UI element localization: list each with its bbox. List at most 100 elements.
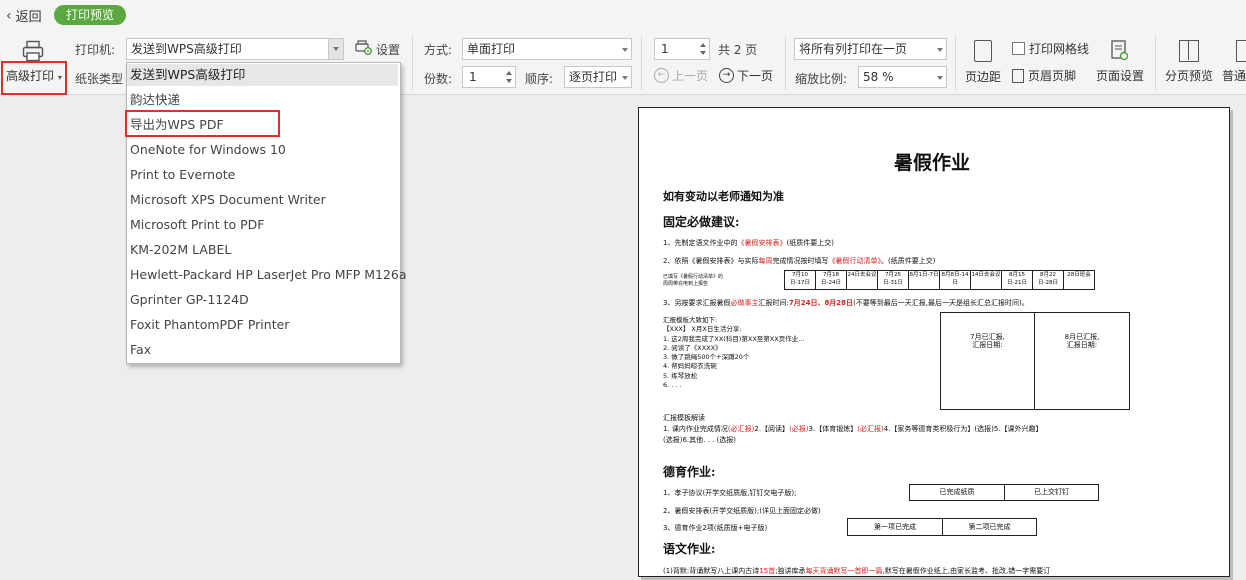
page-break-preview-label: 分页预览 [1164, 69, 1213, 83]
print-gridlines-checkbox[interactable]: 打印网格线 [1012, 40, 1089, 57]
printer-option[interactable]: Foxit PhantomPDF Printer [130, 314, 289, 336]
paper-type-label: 纸张类型 [75, 72, 124, 86]
printer-settings-button[interactable]: 设置 [376, 41, 400, 58]
table1-cell: 28日班会 [1063, 270, 1095, 290]
table1-cell: 7月10日-17日 [784, 270, 816, 290]
normal-view-button[interactable]: 普通 [1222, 40, 1246, 84]
section-moral: 德育作业: [663, 465, 716, 479]
checkbox-icon [1012, 42, 1025, 55]
moral-line-2: 2、暑假安排表(开学交纸质版);(详见上面固定必做) [663, 507, 821, 515]
moral-box: 已上交钉钉 [1004, 484, 1099, 501]
page-setup-icon [1110, 40, 1130, 62]
fit-option-value: 将所有列打印在一页 [799, 42, 908, 56]
table1-cell: 24日去会议 [846, 270, 878, 290]
table1-cell: 7月25日-31日 [877, 270, 909, 290]
preview-page: 暑假作业 如有变动以老师通知为准 固定必做建议: 1、先制定语文作业中的《暑假安… [638, 107, 1230, 577]
margins-label: 页边距 [964, 70, 1001, 84]
margins-button[interactable]: 页边距 [962, 40, 1004, 85]
printer-settings-icon[interactable] [355, 40, 373, 56]
table1-cell: 8月8日-14日 [939, 270, 971, 290]
copies-label: 份数: [424, 72, 453, 86]
total-pages: 共 2 页 [718, 43, 758, 57]
table1-cell: 8月22日-28日 [1032, 270, 1064, 290]
method-label: 方式: [424, 43, 453, 57]
arrow-right-circle-icon: → [719, 68, 734, 83]
section-chinese: 语文作业: [663, 542, 716, 556]
margins-icon [974, 40, 992, 62]
next-page-label: 下一页 [737, 69, 774, 83]
printer-option[interactable]: 发送到WPS高级打印 [127, 64, 398, 86]
moral-line-1: 1、孝子协议(开学交纸质版,钉钉交电子版); [663, 489, 797, 497]
printer-option[interactable]: 韵达快递 [130, 89, 180, 111]
table1-left: 已填写《暑假行动清单》的 周周带充电到上报告 [663, 274, 724, 287]
printer-select-arrow[interactable] [328, 39, 343, 59]
printer-option[interactable]: Print to Evernote [130, 164, 235, 186]
report-template: 汇报模板大致如下: 【XXX】 X月X日生活分享: 1. 这2周我完成了XX(科目)… [663, 316, 805, 390]
page-number-stepper[interactable]: 1 [654, 38, 710, 60]
printer-option[interactable]: Hewlett-Packard HP LaserJet Pro MFP M126… [130, 264, 407, 286]
printer-option[interactable]: Microsoft Print to PDF [130, 214, 264, 236]
explain-title: 汇报模板解读 [663, 414, 705, 422]
printer-option[interactable]: Gprinter GP-1124D [130, 289, 249, 311]
method-select-value: 单面打印 [467, 42, 516, 56]
divider [641, 36, 642, 90]
divider [955, 36, 956, 90]
page-break-icon [1179, 40, 1199, 62]
printer-label: 打印机: [75, 43, 116, 57]
printer-select[interactable]: 发送到WPS高级打印 [126, 38, 344, 60]
zoom-label: 缩放比例: [795, 72, 848, 86]
arrow-left-circle-icon: ← [654, 68, 669, 83]
table1-cell: 14日去会议 [970, 270, 1002, 290]
highlight-advanced-print [1, 61, 67, 95]
printer-option[interactable]: Microsoft XPS Document Writer [130, 189, 326, 211]
highlight-export-wps-pdf [125, 110, 280, 137]
order-select[interactable]: 逐页打印 [564, 66, 632, 88]
explain-line-2: (选报)6.其他. . . (选报) [663, 436, 736, 444]
order-label: 顺序: [525, 72, 554, 86]
printer-option[interactable]: Fax [130, 339, 151, 361]
zoom-value: 58 % [863, 70, 894, 84]
divider [785, 36, 786, 90]
prev-page-button[interactable]: ← 上一页 [654, 67, 708, 84]
copies-stepper[interactable]: 1 [462, 66, 516, 88]
printer-icon[interactable] [22, 40, 44, 62]
order-select-value: 逐页打印 [569, 70, 618, 84]
moral-box: 第一项已完成 [847, 518, 943, 536]
title-bar: ‹ 返回 打印预览 [0, 0, 1246, 32]
page-number-value: 1 [661, 42, 669, 56]
moral-box: 第二项已完成 [942, 518, 1037, 536]
normal-view-label: 普通 [1222, 69, 1246, 83]
printer-dropdown-menu: 发送到WPS高级打印 韵达快递 导出为WPS PDF OneNote for W… [126, 62, 407, 364]
page-setup-button[interactable]: 页面设置 [1094, 40, 1146, 84]
back-label: 返回 [15, 10, 42, 25]
table1-cell: 7月18日-24日 [815, 270, 847, 290]
report-box-july: 7月已汇报, 汇报日期: [940, 312, 1035, 410]
chevron-left-icon: ‹ [6, 7, 12, 24]
zoom-select[interactable]: 58 % [858, 66, 947, 88]
back-button[interactable]: ‹ 返回 [6, 6, 42, 26]
header-footer-label: 页眉页脚 [1028, 69, 1077, 83]
doc-line-1: 1、先制定语文作业中的《暑假安排表》(纸质件要上交) [663, 239, 834, 247]
doc-notice: 如有变动以老师通知为准 [663, 190, 784, 203]
moral-line-3: 3、德育作业2项(纸质版+电子版) [663, 524, 768, 532]
header-footer-button[interactable]: 页眉页脚 [1012, 67, 1076, 84]
report-box-august: 8月已汇报, 汇报日期: [1034, 312, 1130, 410]
next-page-button[interactable]: → 下一页 [719, 67, 773, 84]
print-preview-badge: 打印预览 [54, 5, 127, 25]
printer-option[interactable]: OneNote for Windows 10 [130, 139, 286, 161]
page-break-preview-button[interactable]: 分页预览 [1163, 40, 1215, 84]
method-select[interactable]: 单面打印 [462, 38, 632, 60]
copies-value: 1 [469, 70, 477, 84]
section-fixed: 固定必做建议: [663, 215, 740, 229]
explain-line-1: 1. 课内作业完成情况(必汇报)2.【阅读】(必报)3.【体育锻炼】(必汇报)4… [663, 425, 1043, 433]
fit-option-select[interactable]: 将所有列打印在一页 [794, 38, 947, 60]
page-setup-label: 页面设置 [1095, 69, 1144, 83]
doc-line-2: 2、依照《暑假安排表》与实际每周完成情况按时填写《暑假行动清单》。(纸质件要上交… [663, 257, 936, 265]
table1-cell: 8月1日-7日 [908, 270, 940, 290]
divider [412, 36, 413, 90]
print-gridlines-label: 打印网格线 [1029, 42, 1090, 56]
moral-box: 已完成纸质 [909, 484, 1005, 501]
divider [1155, 36, 1156, 90]
printer-option[interactable]: KM-202M LABEL [130, 239, 231, 261]
doc-line-3: 3、另按要求汇报暑假必做事主汇报时间:7月24日、8月28日(不要等到最后一天汇… [663, 299, 1029, 307]
